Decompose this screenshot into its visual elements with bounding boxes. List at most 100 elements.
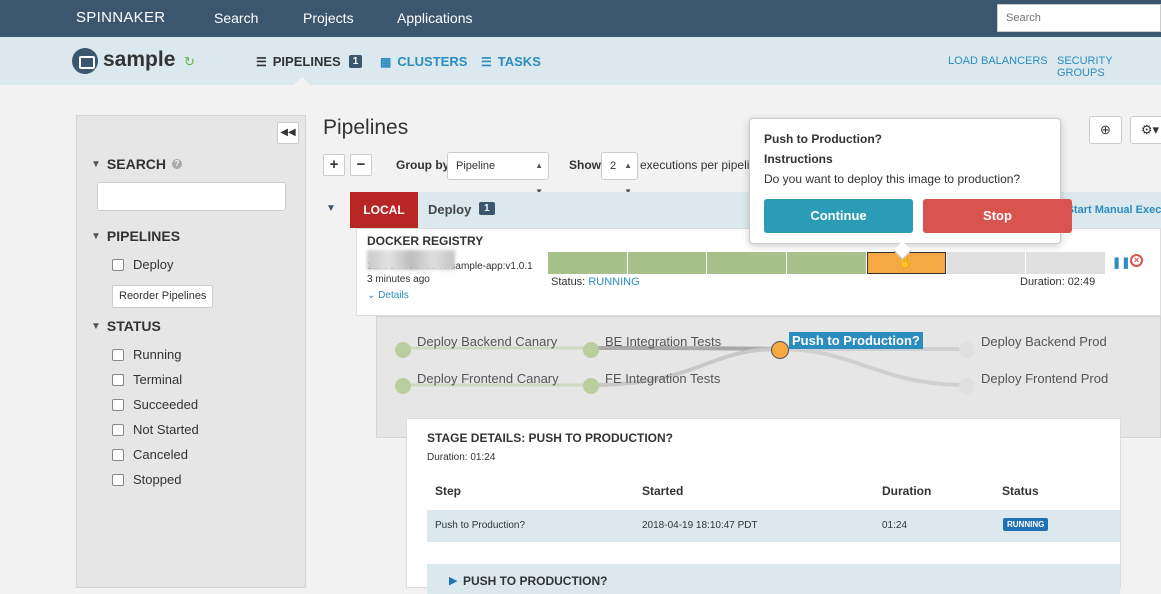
security-groups-link[interactable]: SECURITY GROUPS [1057,55,1161,79]
global-search-input[interactable] [997,4,1161,32]
graph-node[interactable] [959,378,975,394]
start-manual-execution-link[interactable]: ▸ Start Manual Execution [1058,203,1161,216]
checkbox[interactable] [112,258,124,271]
tab-clusters[interactable]: ▦ CLUSTERS [380,54,467,69]
continue-button[interactable]: Continue [764,199,913,233]
nav-applications-link[interactable]: Applications [397,10,473,26]
collapse-sidebar-button[interactable]: ◀◀ [277,122,299,144]
graph-node-active[interactable] [771,341,789,359]
progress-segment[interactable] [627,252,707,274]
status-filter-succeeded[interactable]: Succeeded [112,397,198,412]
filter-search-input[interactable] [97,182,286,211]
progress-segment[interactable] [946,252,1026,274]
reorder-pipelines-button[interactable]: Reorder Pipelines [112,285,214,308]
help-icon[interactable]: ? [172,159,183,169]
tab-pipelines[interactable]: ☰ PIPELINES 1 [256,54,363,69]
load-balancers-link[interactable]: LOAD BALANCERS [948,55,1048,67]
status-section-heading[interactable]: ▼ STATUS [91,318,161,334]
stage-duration: Duration: 01:24 [427,452,496,463]
checkbox[interactable] [112,348,124,361]
chevron-down-icon: ⌄ [367,290,379,301]
checkbox-label: Deploy [133,257,174,272]
group-by-select[interactable]: Pipeline ▲▼ [447,152,549,196]
checkbox[interactable] [112,398,124,411]
stage-sub-section[interactable]: ▶ PUSH TO PRODUCTION? [427,564,1120,594]
graph-node[interactable] [959,342,975,358]
pipelines-section-heading[interactable]: ▼ PIPELINES [91,228,180,244]
select-value: Pipeline [456,160,496,172]
tab-count-badge: 1 [348,55,363,68]
cancel-icon[interactable]: × [1130,254,1143,267]
link-label: Details [378,290,409,301]
graph-node-label[interactable]: Deploy Frontend Canary [417,371,559,386]
tab-label: CLUSTERS [397,54,468,69]
progress-segment[interactable] [1026,252,1105,274]
progress-segment[interactable] [787,252,866,274]
checkbox-label: Terminal [133,372,183,387]
search-section-heading[interactable]: ▼ SEARCH ? [91,156,183,172]
progress-segment[interactable] [548,252,627,274]
checkbox[interactable] [112,423,124,436]
graph-node[interactable] [395,342,411,358]
pipeline-filter-deploy[interactable]: Deploy [112,257,173,272]
show-count-select[interactable]: 2 ▲▼ [601,152,638,196]
graph-node-label[interactable]: FE Integration Tests [605,371,720,386]
graph-node-label-active[interactable]: Push to Production? [789,332,923,349]
refresh-icon[interactable]: ↻ [184,54,195,70]
plus-circle-icon: ⊕ [1100,122,1111,137]
checkbox[interactable] [112,473,124,486]
tab-label: PIPELINES [272,54,341,69]
checkbox-label: Running [133,347,182,362]
nav-projects-link[interactable]: Projects [303,10,354,26]
manual-judgment-popover: Push to Production? Instructions Do you … [749,118,1072,244]
status-filter-canceled[interactable]: Canceled [112,447,188,462]
pause-icon[interactable]: ❚❚ [1112,256,1130,269]
local-badge: LOCAL [350,192,418,228]
checkbox-label: Not Started [133,422,199,437]
chevron-down-icon: ▼ [91,320,101,332]
app-name: sample [103,48,176,71]
tab-tasks[interactable]: ☰ TASKS [481,54,541,69]
section-label: SEARCH [106,156,167,172]
execution-count-badge: 1 [479,202,495,215]
grid-icon: ▦ [380,54,392,69]
create-pipeline-button[interactable]: ⊕ [1089,116,1122,144]
checkbox[interactable] [112,448,124,461]
executions-per-pipeline-label: executions per pipeline [640,158,750,172]
status-filter-running[interactable]: Running [112,347,181,362]
status-filter-not-started[interactable]: Not Started [112,422,199,437]
graph-node[interactable] [583,342,599,358]
status-filter-terminal[interactable]: Terminal [112,372,182,387]
active-tab-caret [292,77,312,86]
execution-duration: Duration: 02:49 [1020,276,1096,288]
graph-node[interactable] [583,378,599,394]
progress-segment[interactable] [707,252,787,274]
table-row[interactable]: Push to Production? 2018-04-19 18:10:47 … [427,510,1120,542]
status-badge: RUNNING [1003,518,1049,531]
pipeline-name: Deploy [428,202,472,217]
checkbox-label: Stopped [133,472,182,487]
section-label: STATUS [106,318,161,334]
nav-search-link[interactable]: Search [214,10,258,26]
configure-button[interactable]: ⚙▾ [1130,116,1161,144]
collapse-all-button[interactable]: − [350,154,372,176]
execution-status: Status: RUNNING [551,276,640,288]
stop-button[interactable]: Stop [923,199,1072,233]
checkbox[interactable] [112,373,124,386]
details-link[interactable]: ⌄ Details [367,290,409,301]
graph-node-label[interactable]: Deploy Frontend Prod [981,371,1108,386]
section-label: PIPELINES [106,228,181,244]
graph-node[interactable] [395,378,411,394]
list-icon: ☰ [256,54,267,69]
brand-logo[interactable]: SPINNAKER [76,9,165,26]
graph-node-label[interactable]: Deploy Backend Prod [981,334,1107,349]
expand-all-button[interactable]: + [323,154,345,176]
status-filter-stopped[interactable]: Stopped [112,472,181,487]
select-value: 2 [610,160,617,172]
step-name: Push to Production? [435,520,526,531]
graph-node-label[interactable]: BE Integration Tests [605,334,721,349]
graph-node-label[interactable]: Deploy Backend Canary [417,334,557,349]
status-value: RUNNING [588,276,640,288]
app-icon [72,48,98,74]
chevron-down-icon[interactable]: ▼ [326,203,336,214]
